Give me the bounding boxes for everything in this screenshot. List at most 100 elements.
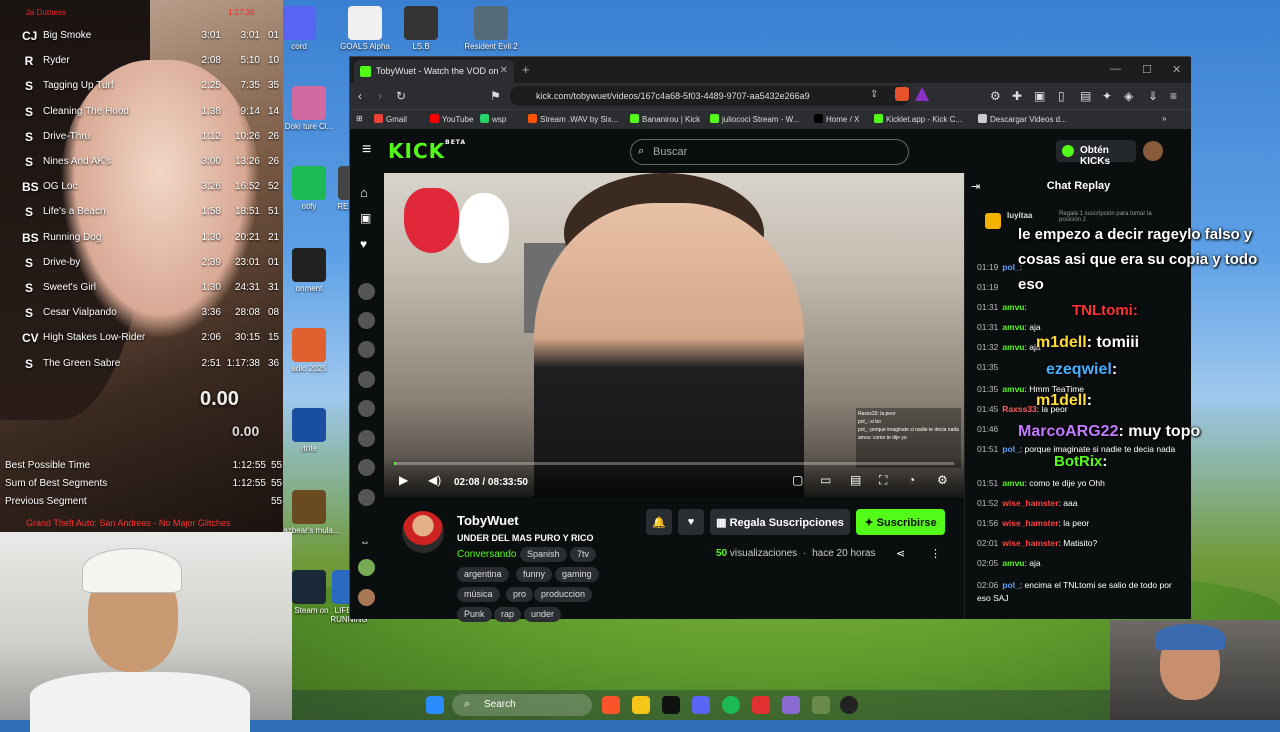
close-tab-icon[interactable]: ✕ <box>500 65 508 76</box>
desktop-icon[interactable]: Resident Evil 2 <box>460 6 522 51</box>
video-player[interactable]: Raxss33: la peor pol_: si bo pol_: porque … <box>384 173 964 497</box>
tag-chip[interactable]: argentina <box>457 567 509 582</box>
tag-chip[interactable]: 7tv <box>570 547 597 562</box>
followed-channel-avatar[interactable] <box>358 489 375 506</box>
category-link[interactable]: Conversando <box>457 549 516 560</box>
recommended-channel-avatar[interactable] <box>358 589 375 606</box>
theater-icon[interactable]: ▭ <box>820 473 831 487</box>
app-icon[interactable] <box>782 696 800 714</box>
new-tab-button[interactable]: + <box>522 62 530 77</box>
recommended-channel-avatar[interactable] <box>358 559 375 576</box>
maximize-icon[interactable]: ☐ <box>1142 63 1152 76</box>
followed-channel-avatar[interactable] <box>358 400 375 417</box>
close-window-icon[interactable]: ✕ <box>1172 63 1181 76</box>
app-icon[interactable] <box>812 696 830 714</box>
hamburger-menu-icon[interactable]: ≡ <box>362 141 371 159</box>
file-explorer-icon[interactable] <box>632 696 650 714</box>
tag-chip[interactable]: Spanish <box>520 547 567 562</box>
chat-username[interactable]: amvu <box>1002 384 1024 394</box>
chat-username[interactable]: wise_hamster <box>1002 498 1058 508</box>
bookmark-item[interactable]: Kicklet.app - Kick C... <box>874 114 962 124</box>
tab-kick-vod[interactable]: TobyWuet - Watch the VOD on ✕ <box>354 60 514 83</box>
reload-icon[interactable]: ↻ <box>396 89 406 103</box>
user-avatar[interactable] <box>1143 141 1163 161</box>
play-icon[interactable]: ▶ <box>399 473 408 487</box>
menu-icon[interactable]: ≡ <box>1170 89 1177 103</box>
channel-name[interactable]: TobyWuet <box>457 513 519 528</box>
brave-icon[interactable] <box>602 696 620 714</box>
pip-icon[interactable]: ▤ <box>850 473 861 487</box>
gift-subs-button[interactable]: ▦ Regala Suscripciones <box>710 509 850 535</box>
get-kicks-button[interactable]: Obtén KICKs <box>1056 140 1136 167</box>
obs-icon[interactable] <box>662 696 680 714</box>
clip-icon[interactable]: ▢ <box>792 473 803 487</box>
bookmark-icon[interactable]: ⚑ <box>490 89 501 103</box>
bookmark-item[interactable]: Descargar Videos d... <box>978 114 1067 124</box>
followed-channel-avatar[interactable] <box>358 459 375 476</box>
bookmark-item[interactable]: Home / X <box>814 114 859 124</box>
discord-icon[interactable] <box>692 696 710 714</box>
followed-channel-avatar[interactable] <box>358 430 375 447</box>
sidebar-icon[interactable]: ▯ <box>1058 89 1065 103</box>
seek-bar[interactable] <box>394 462 954 465</box>
followed-channel-avatar[interactable] <box>358 371 375 388</box>
tag-chip[interactable]: produccion <box>534 587 593 602</box>
tag-chip[interactable]: Punk <box>457 607 492 622</box>
share-icon[interactable]: ⋖ <box>896 547 905 560</box>
taskbar-search[interactable]: ⌕ Search <box>452 694 592 716</box>
bookmark-item[interactable]: Bananirou | Kick <box>630 114 700 124</box>
bookmark-item[interactable]: Gmail <box>374 114 407 124</box>
browse-icon[interactable]: ▣ <box>360 211 371 225</box>
vpn-icon[interactable]: ◈ <box>1124 89 1133 103</box>
tag-chip[interactable]: under <box>524 607 562 622</box>
fullscreen-icon[interactable]: ⛶ <box>879 473 887 488</box>
tag-chip[interactable]: música <box>457 587 500 602</box>
subscribe-button[interactable]: ✦ Suscribirse <box>856 509 945 535</box>
more-bookmarks-icon[interactable]: » <box>1162 114 1166 123</box>
bookmark-item[interactable]: Stream .WAV by Six... <box>528 114 618 124</box>
more-options-icon[interactable]: ⋮ <box>930 547 941 560</box>
home-icon[interactable]: ⌂ <box>360 185 368 200</box>
desktop-icon[interactable]: adio 2025 <box>278 328 340 373</box>
leo-icon[interactable]: ✦ <box>1102 89 1112 103</box>
volume-icon[interactable]: ◀) <box>428 473 441 487</box>
start-icon[interactable] <box>426 696 444 714</box>
app-icon[interactable] <box>752 696 770 714</box>
forward-icon[interactable]: › <box>378 89 382 103</box>
following-icon[interactable]: ♥ <box>360 237 367 251</box>
chat-username[interactable]: wise_hamster <box>1002 518 1058 528</box>
settings-icon[interactable]: ⚙ <box>937 473 948 487</box>
bookmark-item[interactable]: wsp <box>480 114 506 124</box>
chat-username[interactable]: amvu <box>1002 478 1024 488</box>
tag-chip[interactable]: gaming <box>555 567 599 582</box>
extension-icon[interactable]: ⚙ <box>990 89 1001 103</box>
spotify-icon[interactable] <box>722 696 740 714</box>
chat-username[interactable]: amvu <box>1002 342 1024 352</box>
tag-chip[interactable]: funny <box>516 567 553 582</box>
chat-username[interactable]: pol_ <box>1002 580 1019 590</box>
chat-username[interactable]: wise_hamster <box>1002 538 1058 548</box>
expand-sidebar-icon[interactable]: ⇔ <box>360 537 370 548</box>
search-input[interactable]: ⌕ Buscar <box>630 139 909 165</box>
back-icon[interactable]: ‹ <box>358 89 362 103</box>
share-icon[interactable]: ⇪ <box>870 89 878 100</box>
puzzle-icon[interactable]: ✚ <box>1012 89 1022 103</box>
desktop-icon[interactable]: rtrite <box>278 408 340 453</box>
brave-rewards-icon[interactable] <box>915 87 929 101</box>
url-input[interactable]: kick.com/tobywuet/videos/167c4a68-5f03-4… <box>510 86 910 106</box>
desktop-icon[interactable]: Doki ture Cl... <box>278 86 340 131</box>
notification-bell-button[interactable]: 🔔 <box>646 509 672 535</box>
channel-avatar[interactable] <box>402 511 444 553</box>
speed-icon[interactable]: ◔ <box>908 473 915 487</box>
chat-username[interactable]: Raxss33 <box>1002 404 1037 414</box>
tag-chip[interactable]: rap <box>494 607 522 622</box>
followed-channel-avatar[interactable] <box>358 341 375 358</box>
desktop-icon[interactable]: GOALS Alpha <box>334 6 396 51</box>
chat-username[interactable]: amvu <box>1002 322 1024 332</box>
download-icon[interactable]: ⇓ <box>1148 89 1158 103</box>
tag-chip[interactable]: pro <box>506 587 534 602</box>
chat-username[interactable]: pol_ <box>1002 444 1019 454</box>
wallet-icon[interactable]: ▤ <box>1080 89 1091 103</box>
desktop-icon[interactable]: LS.B <box>390 6 452 51</box>
desktop-icon[interactable]: Fazbear's mula... <box>278 490 340 535</box>
